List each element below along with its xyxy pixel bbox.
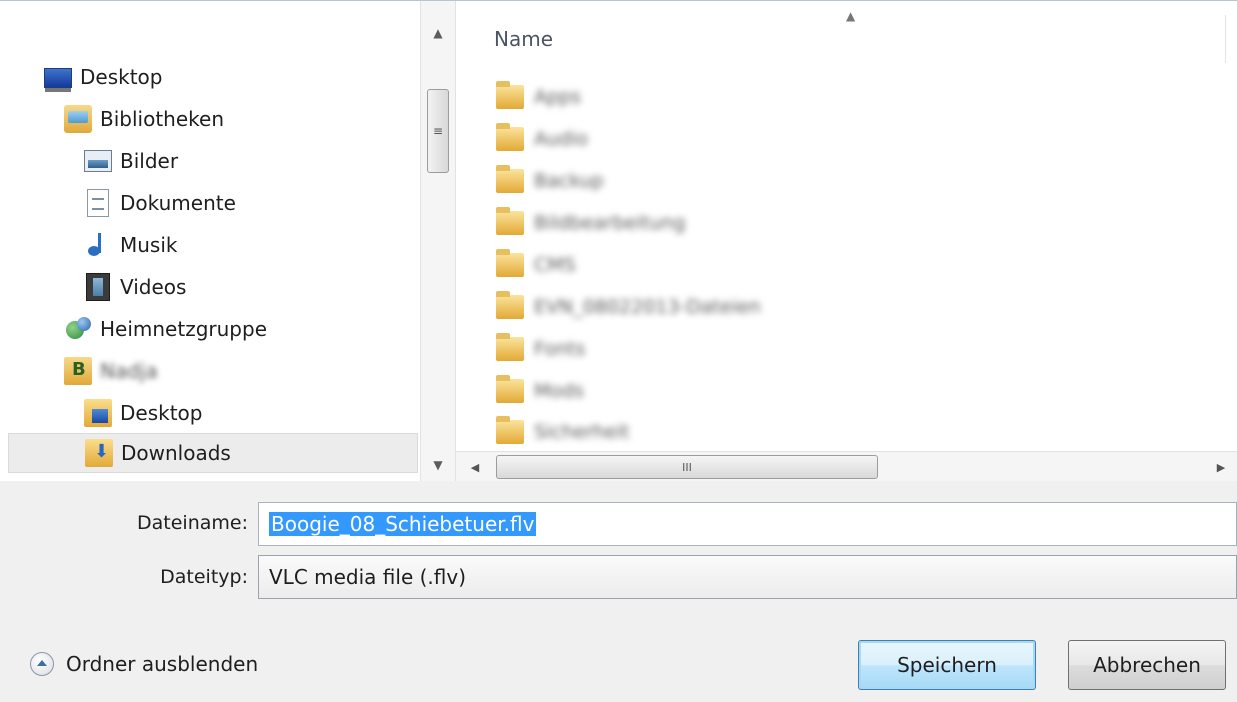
navigation-pane: Desktop Bibliotheken Bilder Dokumente Mu… <box>0 1 420 481</box>
nav-item-label: Musik <box>120 233 178 257</box>
grip-icon: ≡ <box>432 124 444 138</box>
scroll-right-arrow-icon[interactable]: ▶ <box>1206 452 1236 482</box>
folder-icon <box>496 416 524 444</box>
nav-item-heimnetzgruppe[interactable]: Heimnetzgruppe <box>64 309 420 349</box>
folder-name: Apps <box>534 86 582 108</box>
cancel-button-label: Abbrechen <box>1093 653 1201 677</box>
folder-row[interactable]: Audio <box>496 119 588 159</box>
nav-item-label: Heimnetzgruppe <box>100 317 267 341</box>
folder-icon <box>496 291 524 319</box>
folder-row[interactable]: Apps <box>496 77 581 117</box>
folder-icon <box>496 123 524 151</box>
pictures-icon <box>84 150 112 172</box>
scroll-down-arrow-icon[interactable]: ▼ <box>421 447 455 483</box>
nav-item-label: Bibliotheken <box>100 107 224 131</box>
videos-icon <box>86 273 110 301</box>
nav-item-desktop[interactable]: Desktop <box>44 57 420 97</box>
user-folder-icon <box>64 357 92 385</box>
nav-item-bilder[interactable]: Bilder <box>84 141 420 181</box>
nav-item-label: Nadja <box>100 359 158 383</box>
folder-icon <box>496 333 524 361</box>
downloads-folder-icon <box>85 439 113 467</box>
folder-icon <box>496 165 524 193</box>
folder-icon <box>496 207 524 235</box>
folder-row[interactable]: Fonts <box>496 329 585 369</box>
desktop-icon <box>44 68 72 92</box>
homegroup-icon <box>64 315 92 343</box>
save-button-label: Speichern <box>897 653 997 677</box>
hide-folders-toggle[interactable]: Ordner ausblenden <box>30 652 258 676</box>
scroll-up-arrow-icon[interactable]: ▲ <box>421 15 455 51</box>
file-browser: Desktop Bibliotheken Bilder Dokumente Mu… <box>0 0 1237 481</box>
nav-item-bibliotheken[interactable]: Bibliotheken <box>64 99 420 139</box>
nav-item-label: Downloads <box>121 441 231 465</box>
scroll-left-arrow-icon[interactable]: ◀ <box>460 452 490 482</box>
filetype-label: Dateityp: <box>160 566 248 588</box>
folder-row[interactable]: EVN_08022013-Dateien <box>496 287 761 327</box>
folder-icon <box>496 81 524 109</box>
nav-item-label: Desktop <box>80 65 163 89</box>
nav-item-user[interactable]: Nadja <box>64 351 420 391</box>
nav-item-musik[interactable]: Musik <box>84 225 420 265</box>
folder-name: EVN_08022013-Dateien <box>534 296 761 318</box>
folder-icon <box>496 375 524 403</box>
nav-item-label: Dokumente <box>120 191 236 215</box>
scroll-thumb[interactable]: ≡ <box>427 89 449 173</box>
nav-item-label: Videos <box>120 275 187 299</box>
column-header-name[interactable]: ▲ Name <box>456 9 1226 63</box>
file-list: ▲ Name Apps Audio Backup Bildbearbeitung… <box>456 1 1237 451</box>
cancel-button[interactable]: Abbrechen <box>1068 640 1226 690</box>
folder-name: Bildbearbeitung <box>534 212 686 234</box>
grip-icon: III <box>682 460 692 474</box>
folder-row[interactable]: Backup <box>496 161 604 201</box>
filetype-value: VLC media file (.flv) <box>269 565 467 589</box>
nav-item-user-desktop[interactable]: Desktop <box>84 393 420 433</box>
folder-icon <box>496 249 524 277</box>
hide-folders-label: Ordner ausblenden <box>66 652 259 676</box>
music-icon <box>84 231 112 259</box>
folder-name: Mods <box>534 380 584 402</box>
filetype-select[interactable]: VLC media file (.flv) <box>258 555 1237 599</box>
filename-input[interactable]: Boogie_08_Schiebetuer.flv <box>258 502 1237 546</box>
nav-item-label: Bilder <box>120 149 179 173</box>
nav-vertical-scrollbar[interactable]: ▲ ≡ ▼ <box>420 1 456 481</box>
column-header-label: Name <box>494 27 554 51</box>
nav-item-videos[interactable]: Videos <box>84 267 420 307</box>
collapse-up-icon <box>30 652 54 676</box>
libraries-icon <box>64 105 92 133</box>
folder-name: Sicherheit <box>534 421 630 443</box>
sort-ascending-icon: ▲ <box>846 9 856 23</box>
nav-item-downloads[interactable]: Downloads <box>8 433 418 473</box>
folder-row[interactable]: CMS <box>496 245 576 285</box>
scroll-thumb[interactable]: III <box>496 455 878 479</box>
filename-label: Dateiname: <box>137 512 248 534</box>
file-list-horizontal-scrollbar[interactable]: ◀ III ▶ <box>456 451 1237 481</box>
folder-row[interactable]: Mods <box>496 371 584 411</box>
nav-item-label: Desktop <box>120 401 203 425</box>
folder-row[interactable]: Sicherheit <box>496 412 629 452</box>
folder-name: Fonts <box>534 338 586 360</box>
filename-value: Boogie_08_Schiebetuer.flv <box>269 512 537 536</box>
folder-name: Audio <box>534 128 589 150</box>
nav-item-dokumente[interactable]: Dokumente <box>84 183 420 223</box>
documents-icon <box>87 189 109 217</box>
folder-row[interactable]: Bildbearbeitung <box>496 203 685 243</box>
desktop-folder-icon <box>84 399 112 427</box>
save-button[interactable]: Speichern <box>858 640 1036 690</box>
folder-name: Backup <box>534 170 604 192</box>
folder-name: CMS <box>534 254 576 276</box>
